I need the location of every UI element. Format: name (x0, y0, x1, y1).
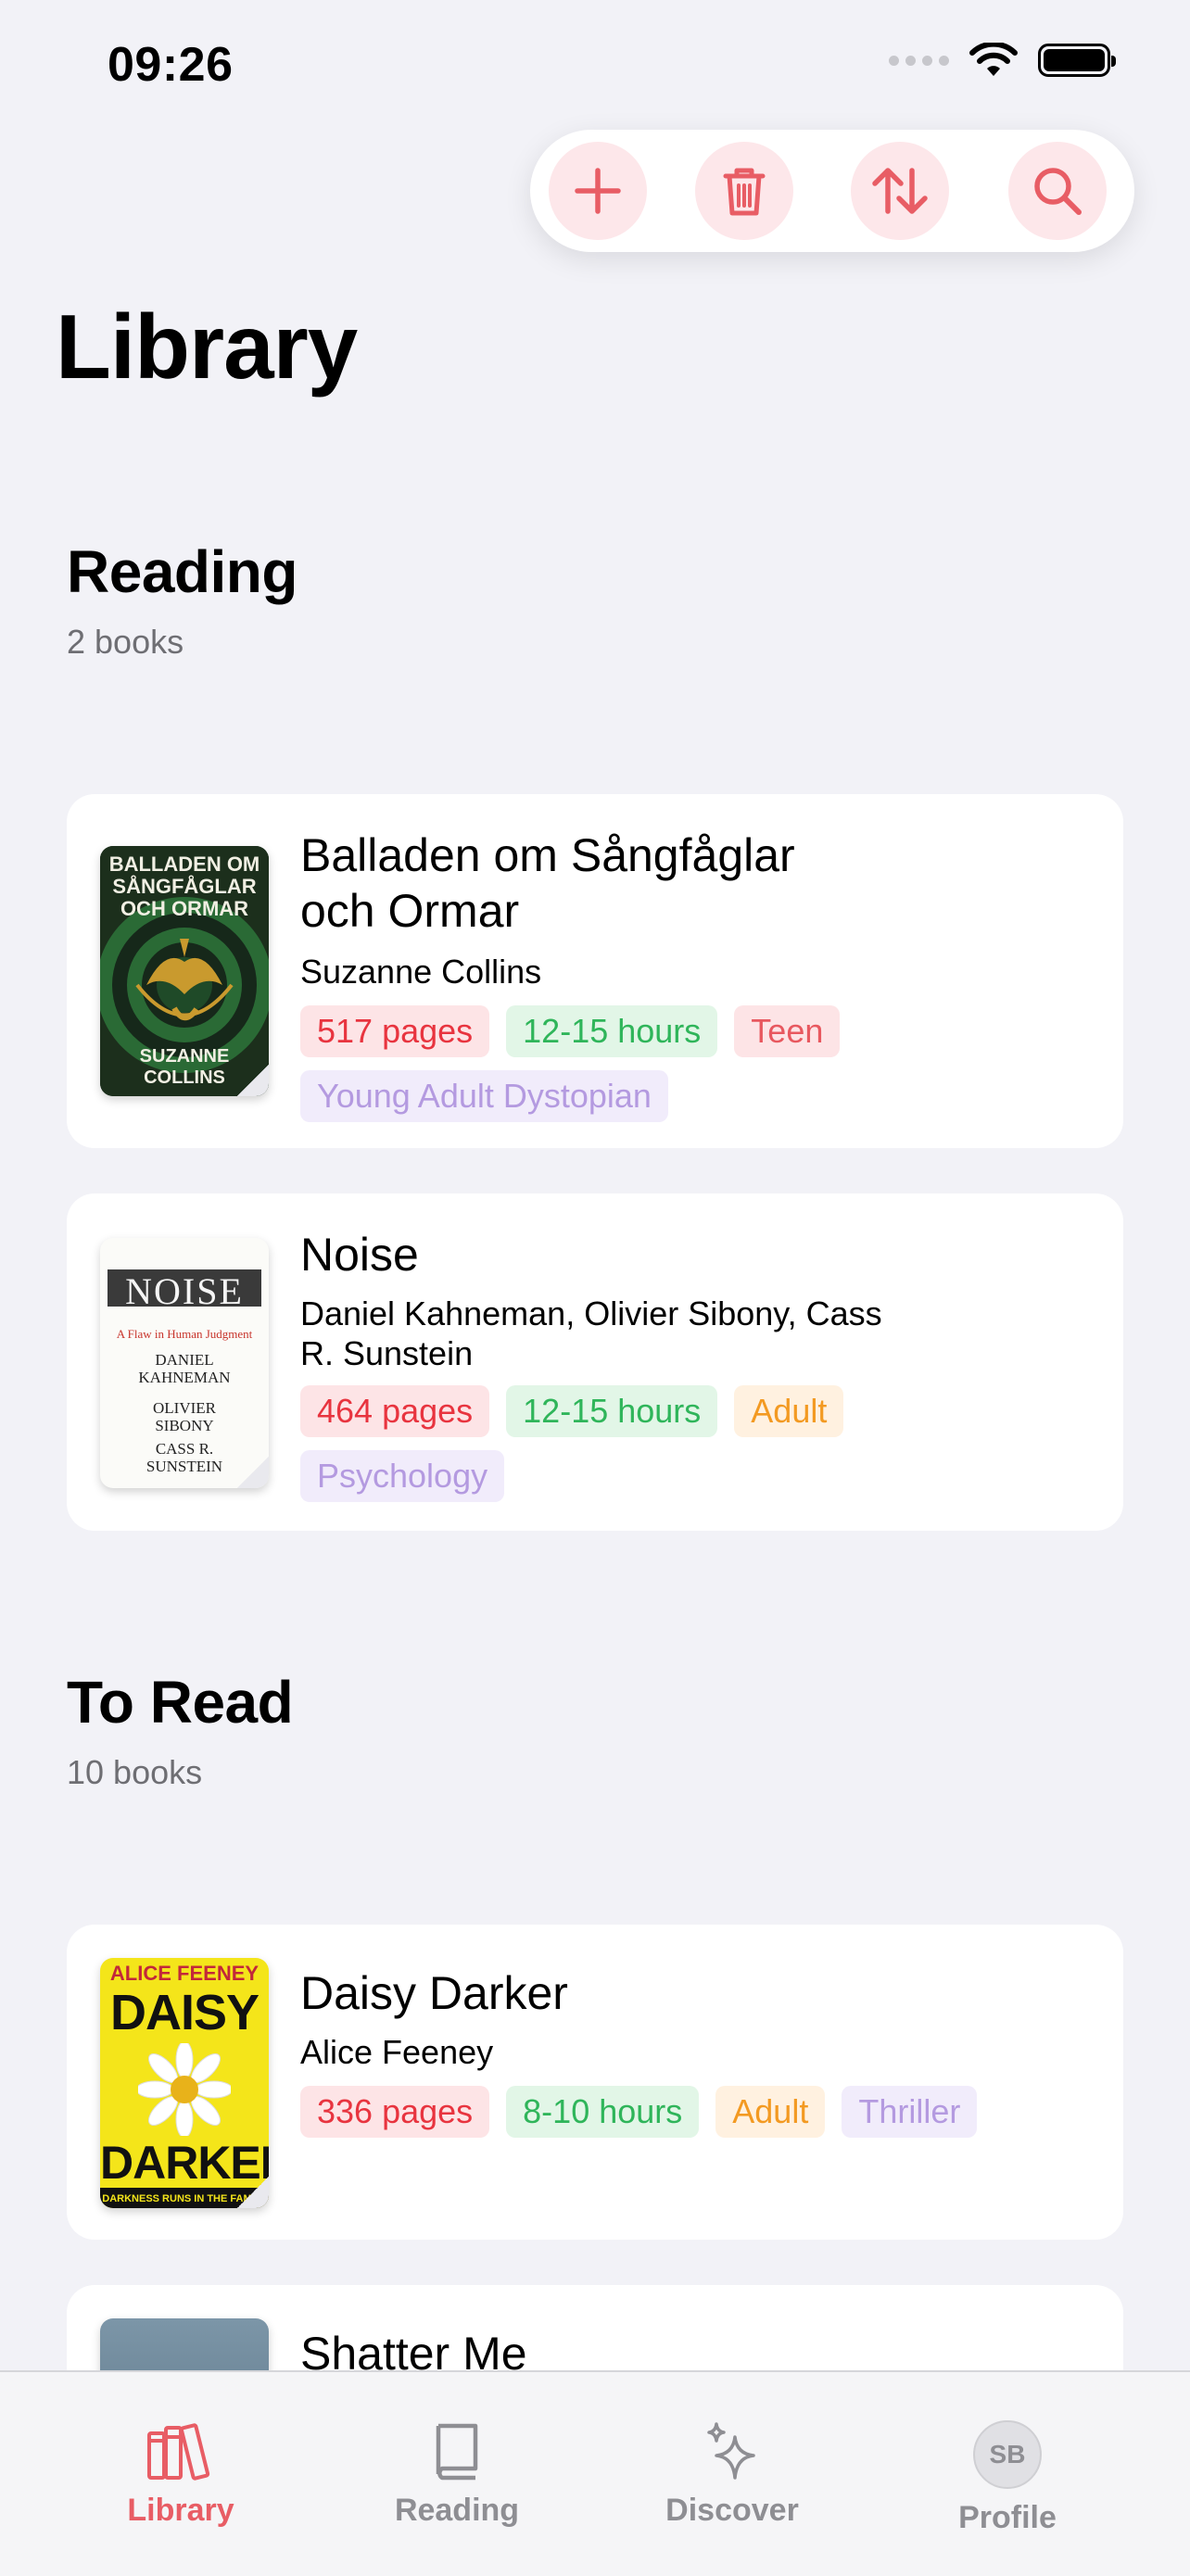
age-tag: Teen (734, 1005, 841, 1057)
toolbar (530, 130, 1134, 252)
pages-tag: 517 pages (300, 1005, 490, 1057)
cover-title-text: BALLADEN OM SÅNGFÅGLAR OCH ORMAR (108, 852, 260, 920)
section-count-to-read: 10 books (67, 1753, 203, 1791)
book-author: Alice Feeney (300, 2033, 494, 2071)
book-cover: ALICE FEENEY DAISY DARKER DARKNESS RUNS … (100, 1958, 269, 2208)
genre-tag: Psychology (300, 1450, 505, 1502)
cover-author-3: OLIVIER (153, 1399, 216, 1417)
tab-library[interactable]: Library (88, 2420, 273, 2529)
delete-button[interactable] (695, 142, 793, 240)
page-curl (237, 1065, 269, 1096)
book-author: Suzanne Collins (300, 953, 542, 991)
book-cover: BALLADEN OM SÅNGFÅGLAR OCH ORMAR SUZANNE… (100, 846, 269, 1096)
age-tag: Adult (715, 2086, 826, 2138)
hours-tag: 12-15 hours (506, 1005, 718, 1057)
tab-label: Profile (958, 2500, 1057, 2535)
status-icons (889, 43, 1116, 78)
sort-button[interactable] (851, 142, 949, 240)
section-title-reading: Reading (67, 538, 298, 605)
cover-word-1: DAISY (109, 1985, 260, 2040)
cover-subtitle: A Flaw in Human Judgment (116, 1327, 253, 1341)
hours-tag: 8-10 hours (506, 2086, 700, 2138)
tab-bar: Library Reading Discover SB Profile (0, 2370, 1190, 2576)
add-button[interactable] (549, 142, 647, 240)
avatar: SB (973, 2420, 1042, 2489)
tag-list: 336 pages 8-10 hours Adult Thriller (300, 2086, 1042, 2138)
hours-tag: 12-15 hours (506, 1385, 718, 1437)
genre-tag: Thriller (842, 2086, 978, 2138)
cover-title: NOISE (125, 1270, 244, 1312)
pages-tag: 336 pages (300, 2086, 490, 2138)
search-icon (1034, 168, 1082, 215)
cellular-signal-icon (889, 55, 949, 66)
section-count-reading: 2 books (67, 623, 184, 661)
page-title: Library (56, 296, 358, 398)
age-tag: Adult (734, 1385, 844, 1437)
book-author-line2: R. Sunstein (300, 1334, 474, 1372)
section-title-to-read: To Read (67, 1669, 294, 1736)
cover-author-4: SIBONY (155, 1417, 214, 1434)
book-title-line1: Balladen om Sångfåglar (300, 829, 795, 881)
sparkles-icon (707, 2422, 755, 2480)
plus-icon (575, 168, 621, 214)
tab-label: Library (127, 2493, 234, 2528)
tab-profile[interactable]: SB Profile (915, 2420, 1100, 2536)
cover-author-1: DANIEL (155, 1351, 214, 1369)
cover-author-5: CASS R. (155, 1440, 214, 1458)
status-time: 09:26 (108, 38, 234, 92)
sort-icon (872, 168, 928, 214)
book-icon (436, 2423, 478, 2481)
tag-list: 464 pages 12-15 hours Adult Psychology (300, 1385, 1042, 1502)
book-title-line2: och Ormar (300, 885, 520, 937)
tab-label: Reading (394, 2493, 520, 2528)
wifi-icon (969, 43, 1018, 76)
book-cover: NOISE A Flaw in Human Judgment DANIEL KA… (100, 1238, 269, 1488)
tag-list: 517 pages 12-15 hours Teen Young Adult D… (300, 1005, 1042, 1122)
book-card-noise[interactable]: NOISE A Flaw in Human Judgment DANIEL KA… (67, 1193, 1123, 1531)
search-button[interactable] (1008, 142, 1107, 240)
battery-icon (1038, 44, 1116, 77)
cover-author: ALICE FEENEY (109, 1962, 260, 1985)
tab-label: Discover (665, 2493, 799, 2528)
trash-icon (723, 168, 766, 216)
book-card-balladen[interactable]: BALLADEN OM SÅNGFÅGLAR OCH ORMAR SUZANNE… (67, 794, 1123, 1148)
book-card-daisy-darker[interactable]: ALICE FEENEY DAISY DARKER DARKNESS RUNS … (67, 1925, 1123, 2240)
book-title: Daisy Darker (300, 1967, 568, 2019)
tab-discover[interactable]: Discover (639, 2420, 825, 2529)
page-curl (237, 2177, 269, 2208)
genre-tag: Young Adult Dystopian (300, 1070, 668, 1122)
daisy-flower-icon (138, 2043, 231, 2136)
book-title: Noise (300, 1229, 419, 1281)
page-curl (237, 1457, 269, 1488)
pages-tag: 464 pages (300, 1385, 490, 1437)
books-icon (147, 2423, 210, 2481)
tab-reading[interactable]: Reading (364, 2420, 550, 2529)
cover-author-2: KAHNEMAN (138, 1369, 231, 1386)
book-author-line1: Daniel Kahneman, Olivier Sibony, Cass (300, 1294, 882, 1332)
